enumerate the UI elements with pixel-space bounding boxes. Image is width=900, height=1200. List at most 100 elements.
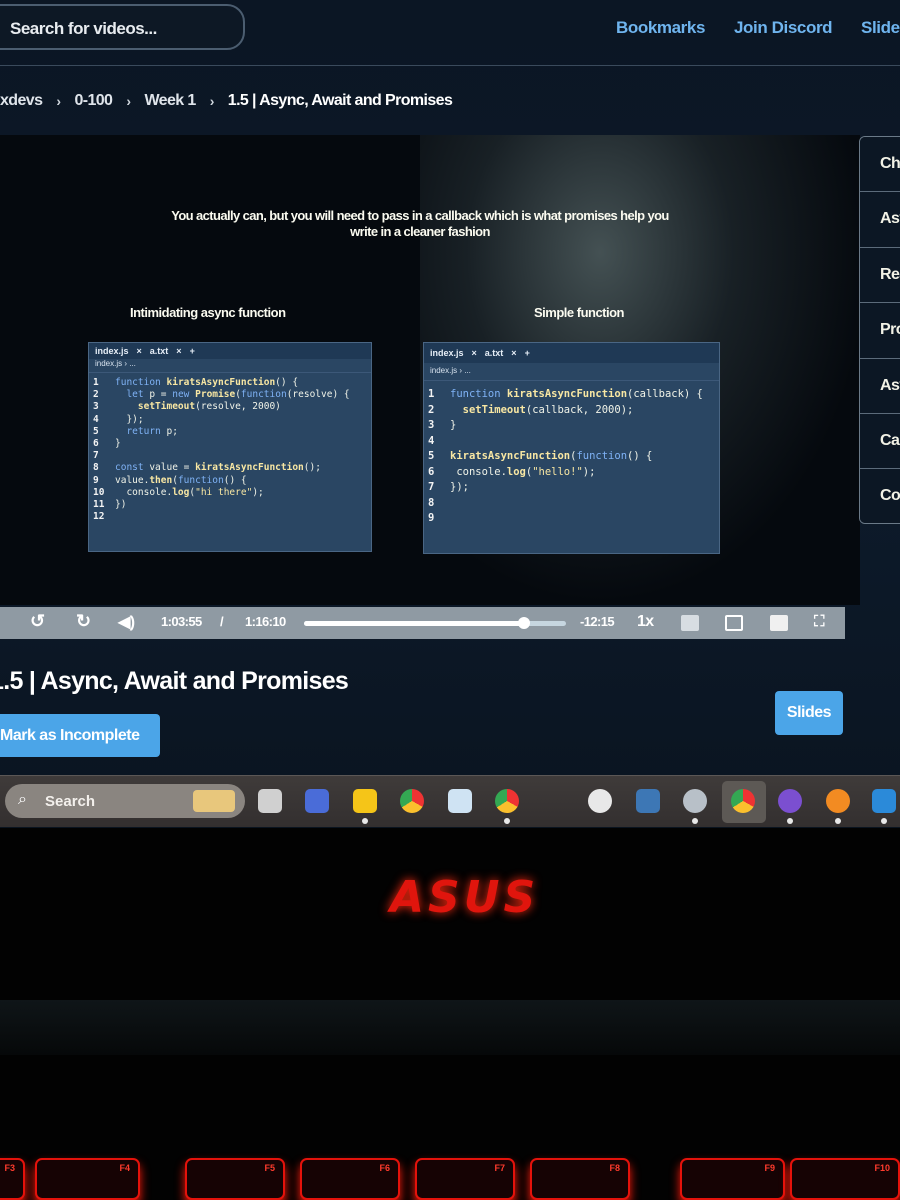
code-line: 9 value.then(function() {: [93, 474, 247, 486]
search-highlight-icon: [193, 790, 235, 812]
function-key: F8: [530, 1158, 630, 1200]
function-key: F7: [415, 1158, 515, 1200]
breadcrumb-item[interactable]: 0-100: [74, 92, 113, 110]
caption-line: You actually can, but you will need to p…: [171, 208, 669, 223]
taskbar-search[interactable]: ⌕ Search: [5, 784, 245, 818]
github-desktop-icon[interactable]: [778, 789, 802, 813]
chapter-item[interactable]: Conc: [860, 469, 900, 523]
code-line: 5 kiratsAsyncFunction(function() {: [428, 450, 653, 462]
chevron-right-icon: ›: [126, 93, 131, 109]
task-view-icon[interactable]: [258, 789, 282, 813]
close-icon: ×: [136, 346, 142, 356]
plus-icon: +: [189, 346, 195, 356]
rewind-icon[interactable]: ↺: [30, 611, 45, 632]
breadcrumb-item[interactable]: Week 1: [144, 92, 196, 110]
lesson-title: 1.5 | Async, Await and Promises: [0, 667, 349, 695]
left-code-editor: index.js × a.txt × + index.js › ... 1 fun…: [88, 342, 372, 552]
chrome-profile-icon[interactable]: [495, 789, 519, 813]
seek-bar-thumb[interactable]: [517, 617, 530, 629]
top-navbar: Search for videos... Bookmarks Join Disc…: [0, 0, 900, 66]
forward-icon[interactable]: ↻: [76, 611, 91, 632]
code-line: 2 let p = new Promise(function(resolve) …: [93, 389, 350, 401]
teams-icon[interactable]: [305, 789, 329, 813]
editor-path: index.js › ...: [424, 363, 719, 381]
close-icon: ×: [471, 348, 477, 358]
nav-bookmarks-link[interactable]: Bookmarks: [616, 18, 705, 38]
editor-tab: index.js: [430, 348, 464, 358]
left-code-label: Intimidating async function: [130, 305, 286, 320]
caption-line: write in a cleaner fashion: [350, 224, 490, 239]
breadcrumb-item[interactable]: xdevs: [0, 92, 43, 110]
chapter-item[interactable]: Asy: [860, 358, 900, 414]
nav-slides-link[interactable]: Slides: [861, 18, 900, 38]
breadcrumb-current: 1.5 | Async, Await and Promises: [227, 92, 453, 109]
python-icon[interactable]: [636, 789, 660, 813]
chevron-right-icon: ›: [56, 93, 61, 109]
function-key: F6: [300, 1158, 400, 1200]
speed-button[interactable]: 1x: [637, 613, 654, 631]
search-icon: ⌕: [18, 791, 27, 808]
chapter-sidebar: Ch Asy Rea Pro Asy Callb Conc: [859, 136, 900, 524]
code-line: 8 const value = kiratsAsyncFunction();: [93, 462, 321, 474]
code-line: 4: [428, 434, 435, 447]
close-icon: ×: [511, 348, 517, 358]
code-block: 1 function kiratsAsyncFunction() {2 let p…: [89, 373, 371, 523]
quality-button[interactable]: [770, 615, 788, 631]
player-controls: ↺ ↻ ◀) 1:03:55 / 1:16:10 -12:15 1x ⛶: [0, 607, 845, 639]
video-player[interactable]: You actually can, but you will need to p…: [0, 135, 860, 605]
duration: 1:16:10: [245, 614, 286, 629]
code-line: 7});: [428, 481, 469, 493]
mark-incomplete-button[interactable]: Mark as Incomplete: [0, 714, 160, 757]
sublime-icon[interactable]: [826, 789, 850, 813]
code-line: 8: [428, 496, 435, 509]
chrome-active-icon[interactable]: [731, 789, 755, 813]
nav-discord-link[interactable]: Join Discord: [734, 18, 833, 38]
seek-bar[interactable]: [304, 617, 566, 629]
code-line: 3 setTimeout(resolve, 2000): [93, 401, 281, 413]
code-block: 1 function kiratsAsyncFunction(callback) …: [424, 381, 719, 527]
chrome-icon[interactable]: [400, 789, 424, 813]
function-key: F3: [0, 1158, 25, 1200]
code-line: 2 setTimeout(callback, 2000);: [428, 403, 634, 416]
brand-logo: ASUS: [390, 872, 540, 923]
vscode-icon[interactable]: [872, 789, 896, 813]
fullscreen-icon[interactable]: ⛶: [814, 613, 825, 630]
code-line: 9: [428, 512, 435, 524]
chapter-item[interactable]: Asy: [860, 192, 900, 248]
chapter-item[interactable]: Ch: [860, 137, 900, 193]
code-line: 6 console.log("hello!");: [428, 465, 596, 478]
code-line: 11}): [93, 499, 127, 511]
file-explorer-icon[interactable]: [353, 789, 377, 813]
search-placeholder: Search for videos...: [10, 19, 157, 38]
editor-path: index.js › ...: [89, 359, 371, 373]
function-key: F4: [35, 1158, 140, 1200]
current-time: 1:03:55: [161, 614, 202, 629]
remaining-time: -12:15: [580, 614, 615, 629]
chapter-item[interactable]: Callb: [860, 413, 900, 470]
video-search-input[interactable]: Search for videos...: [0, 4, 245, 50]
running-indicator: [504, 818, 510, 824]
running-indicator: [362, 818, 368, 824]
code-line: 1 function kiratsAsyncFunction(callback) …: [428, 388, 703, 400]
seek-bar-fill: [304, 621, 524, 626]
whatsapp-icon[interactable]: [588, 789, 612, 813]
editor-tab: a.txt: [149, 346, 169, 356]
calculator-icon[interactable]: [448, 789, 472, 813]
monitor-screen: Search for videos... Bookmarks Join Disc…: [0, 0, 900, 828]
editor-tab: a.txt: [484, 348, 504, 358]
code-line: 5 return p;: [93, 425, 178, 437]
chapter-item[interactable]: Pro: [860, 303, 900, 359]
editor-tab: index.js: [95, 346, 129, 356]
slides-button[interactable]: Slides: [775, 691, 843, 735]
chevron-right-icon: ›: [209, 93, 215, 109]
settings-gear-icon[interactable]: [683, 789, 707, 813]
running-indicator: [881, 818, 887, 824]
captions-button[interactable]: [681, 615, 699, 631]
right-code-label: Simple function: [534, 305, 625, 320]
code-line: 6}: [93, 438, 121, 450]
volume-icon[interactable]: ◀): [118, 612, 135, 632]
picture-in-picture-button[interactable]: [725, 615, 743, 631]
chapter-item[interactable]: Rea: [860, 247, 900, 304]
code-line: 4 });: [93, 413, 144, 425]
function-key: F10: [790, 1158, 900, 1200]
